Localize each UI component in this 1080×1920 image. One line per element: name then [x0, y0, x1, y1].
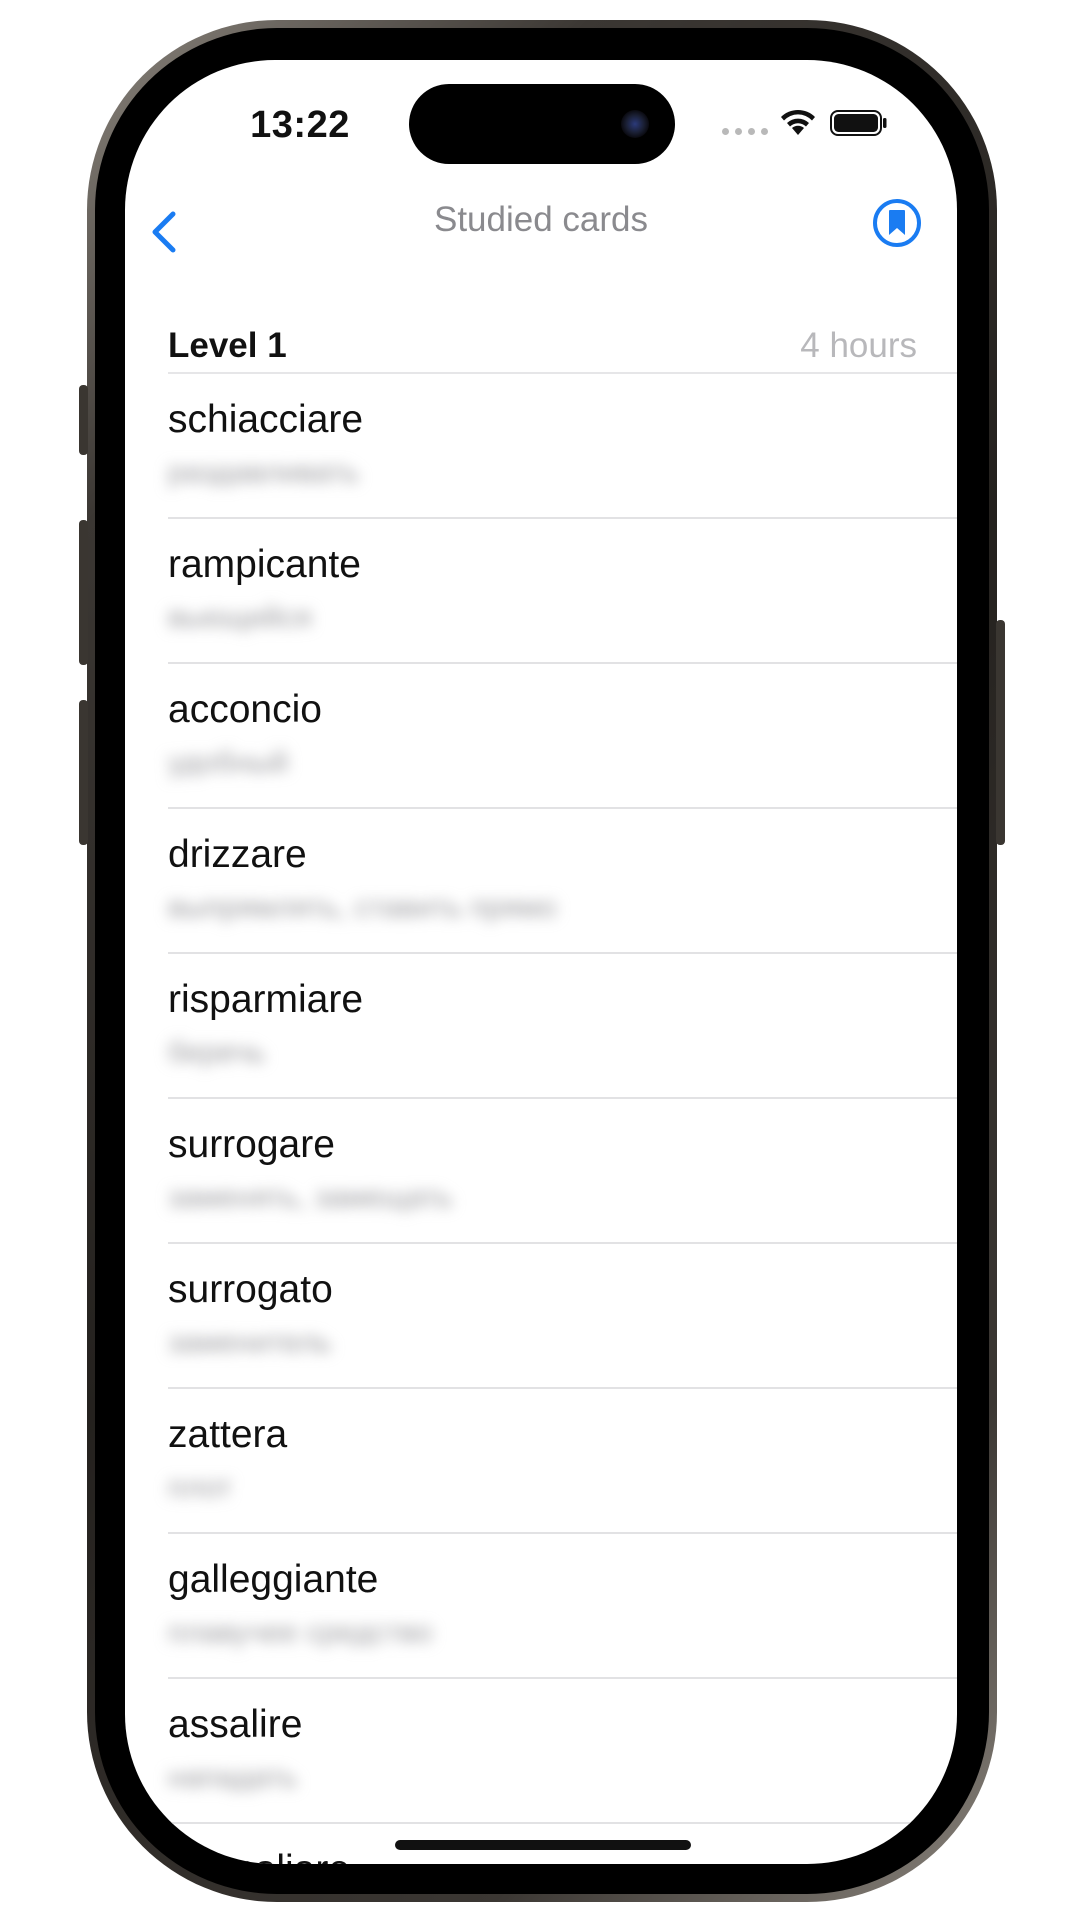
card-translation: раздавливать: [168, 456, 359, 489]
status-time: 13:22: [250, 104, 350, 146]
bookmark-button[interactable]: [871, 197, 923, 249]
home-indicator[interactable]: [395, 1840, 691, 1850]
dynamic-island: [409, 84, 675, 164]
battery-icon: [830, 110, 887, 136]
card-translation: заменитель: [168, 1326, 332, 1359]
section-header: Level 1 4 hours: [125, 316, 957, 372]
card-row[interactable]: surrogato заменитель: [125, 1244, 957, 1389]
volume-up-button: [79, 520, 88, 665]
card-translation: беречь: [168, 1036, 266, 1069]
card-word: schiacciare: [168, 398, 364, 441]
page-title: Studied cards: [433, 200, 649, 239]
card-word: galleggiante: [168, 1558, 379, 1601]
card-row[interactable]: surrogare заменять, замещать: [125, 1099, 957, 1244]
card-row[interactable]: drizzare выпрямлять, ставить прямо: [125, 809, 957, 954]
card-translation: заменять, замещать: [168, 1181, 453, 1214]
card-word: drizzare: [168, 833, 307, 876]
card-word: ammaliare: [168, 1848, 350, 1864]
card-word: acconcio: [168, 688, 322, 731]
card-translation: вьющийся: [168, 601, 312, 634]
wifi-icon: [781, 109, 815, 135]
card-row[interactable]: zattera плот: [125, 1389, 957, 1534]
screen: 13:22 Studied cards Level 1 4 hours schi…: [125, 60, 957, 1864]
front-camera-icon: [621, 110, 649, 138]
card-word: surrogato: [168, 1268, 333, 1311]
card-row[interactable]: rampicante вьющийся: [125, 519, 957, 664]
card-translation: нападать: [168, 1761, 298, 1794]
card-translation: плавучее средство: [168, 1616, 433, 1649]
volume-down-button: [79, 700, 88, 845]
card-row[interactable]: risparmiare беречь: [125, 954, 957, 1099]
section-time-label: 4 hours: [800, 326, 917, 365]
card-word: rampicante: [168, 543, 361, 586]
section-title: Level 1: [168, 326, 287, 365]
card-row[interactable]: galleggiante плавучее средство: [125, 1534, 957, 1679]
card-translation: плот: [168, 1471, 232, 1504]
card-row[interactable]: acconcio удобный: [125, 664, 957, 809]
power-button: [996, 620, 1005, 845]
cellular-dots-icon: [722, 128, 768, 135]
card-word: zattera: [168, 1413, 288, 1456]
studied-cards-list: schiacciare раздавливать rampicante вьющ…: [125, 374, 957, 1864]
action-button: [79, 385, 88, 455]
card-row[interactable]: assalire нападать: [125, 1679, 957, 1824]
card-translation: выпрямлять, ставить прямо: [168, 891, 557, 924]
card-row[interactable]: schiacciare раздавливать: [125, 374, 957, 519]
card-translation: удобный: [168, 746, 289, 779]
card-word: assalire: [168, 1703, 303, 1746]
card-word: surrogare: [168, 1123, 335, 1166]
bookmark-circle-icon: [873, 199, 921, 247]
card-word: risparmiare: [168, 978, 364, 1021]
